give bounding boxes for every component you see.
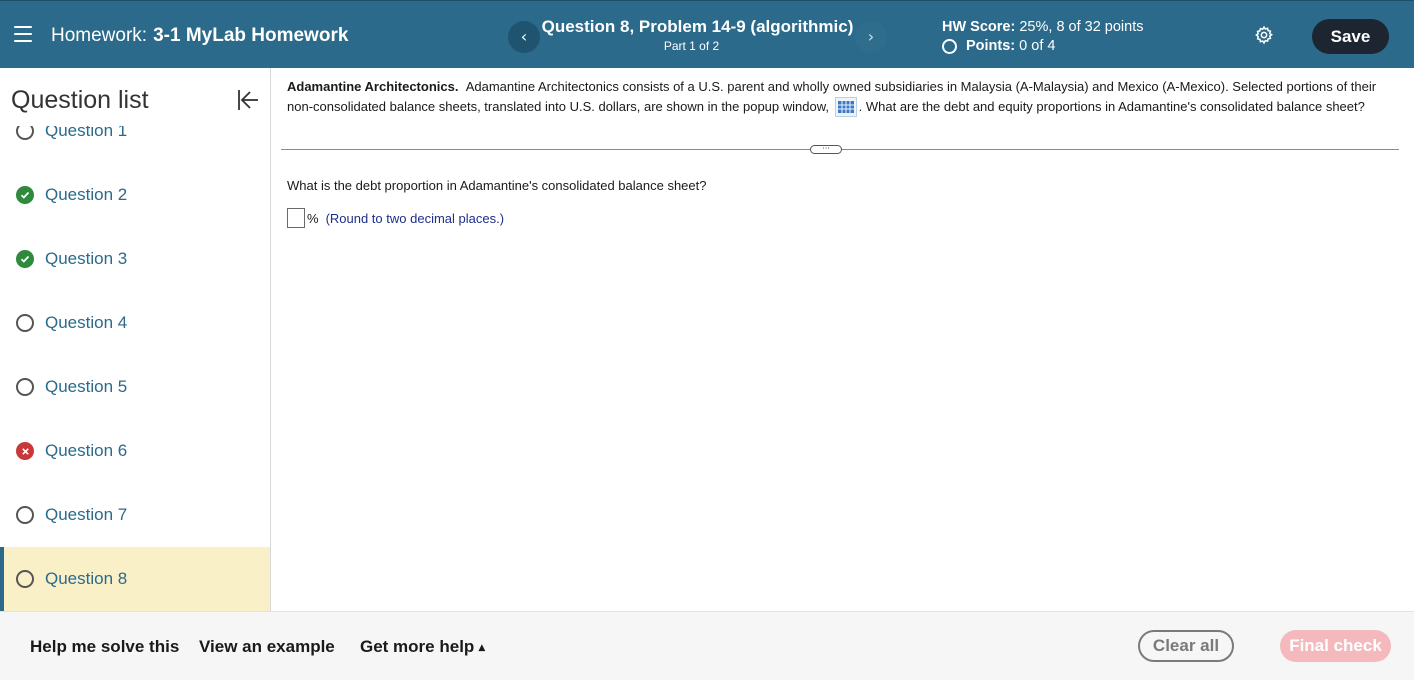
question-prompt: What is the debt proportion in Adamantin… <box>287 178 707 193</box>
points-label: Points: <box>966 38 1016 54</box>
problem-statement: Adamantine Architectonics. Adamantine Ar… <box>287 77 1387 117</box>
sidebar-header: Question list <box>0 68 270 126</box>
question-content: Adamantine Architectonics. Adamantine Ar… <box>272 68 1414 611</box>
menu-icon[interactable] <box>14 26 32 42</box>
question-label: Question 2 <box>45 185 128 204</box>
check-circle-icon <box>16 186 34 204</box>
question-list-item-6[interactable]: Question 6 <box>0 419 270 483</box>
homework-title-name: 3-1 MyLab Homework <box>153 25 349 46</box>
question-label: Question 6 <box>45 441 128 460</box>
x-circle-icon <box>16 442 34 460</box>
view-example-button[interactable]: View an example <box>199 637 335 657</box>
open-circle-icon <box>16 314 34 332</box>
caret-up-icon: ▲ <box>478 643 486 653</box>
question-list-sidebar: Question 1 Question 2 Question 3 Questio… <box>0 68 271 611</box>
bottom-toolbar: Help me solve this View an example Get m… <box>0 611 1414 680</box>
question-list-item-8[interactable]: Question 8 <box>0 547 270 611</box>
problem-title: Adamantine Architectonics. <box>287 79 459 94</box>
save-button[interactable]: Save <box>1312 19 1389 54</box>
clear-all-button[interactable]: Clear all <box>1138 630 1234 662</box>
chevron-left-icon: ‹ <box>520 27 528 46</box>
question-label: Question 7 <box>45 505 128 524</box>
homework-title: Homework: 3-1 MyLab Homework <box>51 25 348 47</box>
question-label: Question 4 <box>45 313 128 332</box>
hw-score-label: HW Score: <box>942 19 1016 35</box>
next-question-button[interactable]: › <box>855 21 887 53</box>
problem-text-2: . What are the debt and equity proportio… <box>858 99 1365 114</box>
answer-input[interactable] <box>287 208 305 228</box>
question-list-item-2[interactable]: Question 2 <box>0 163 270 227</box>
open-circle-icon <box>16 378 34 396</box>
get-more-help-label: Get more help <box>360 637 475 656</box>
answer-unit: % <box>307 210 319 226</box>
table-grid-icon[interactable] <box>834 97 857 117</box>
open-circle-icon <box>16 506 34 524</box>
question-label: Question 3 <box>45 249 128 268</box>
chevron-right-icon: › <box>867 27 875 46</box>
gear-icon[interactable] <box>1254 25 1274 45</box>
rounding-hint: (Round to two decimal places.) <box>325 210 505 226</box>
points-circle-icon <box>942 38 957 54</box>
question-part: Part 1 of 2 <box>663 39 720 53</box>
points-value: 0 of 4 <box>1019 38 1056 54</box>
question-label: Question 8 <box>45 569 128 588</box>
check-circle-icon <box>16 250 34 268</box>
question-list-item-3[interactable]: Question 3 <box>0 227 270 291</box>
collapse-sidebar-icon[interactable] <box>236 88 260 112</box>
question-label: Question 5 <box>45 377 128 396</box>
answer-row: % (Round to two decimal places.) <box>287 208 504 228</box>
top-bar: Homework: 3-1 MyLab Homework ‹ Question 8… <box>0 0 1414 68</box>
divider-handle-icon[interactable]: ··· <box>810 145 842 154</box>
points: Points: 0 of 4 <box>942 38 1055 54</box>
final-check-button[interactable]: Final check <box>1280 630 1391 662</box>
hw-score: HW Score: 25%, 8 of 32 points <box>942 19 1144 35</box>
question-list-item-4[interactable]: Question 4 <box>0 291 270 355</box>
hw-score-value: 25%, 8 of 32 points <box>1019 19 1144 35</box>
open-circle-icon <box>16 570 34 588</box>
get-more-help-button[interactable]: Get more help ▲ <box>360 637 485 657</box>
previous-question-button[interactable]: ‹ <box>508 21 540 53</box>
question-list: Question 1 Question 2 Question 3 Questio… <box>0 99 270 611</box>
sidebar-title: Question list <box>11 86 149 114</box>
homework-title-prefix: Homework: <box>51 25 148 46</box>
question-list-item-5[interactable]: Question 5 <box>0 355 270 419</box>
help-me-solve-button[interactable]: Help me solve this <box>30 637 179 657</box>
question-list-item-7[interactable]: Question 7 <box>0 483 270 547</box>
question-title: Question 8, Problem 14-9 (algorithmic) <box>541 17 854 36</box>
